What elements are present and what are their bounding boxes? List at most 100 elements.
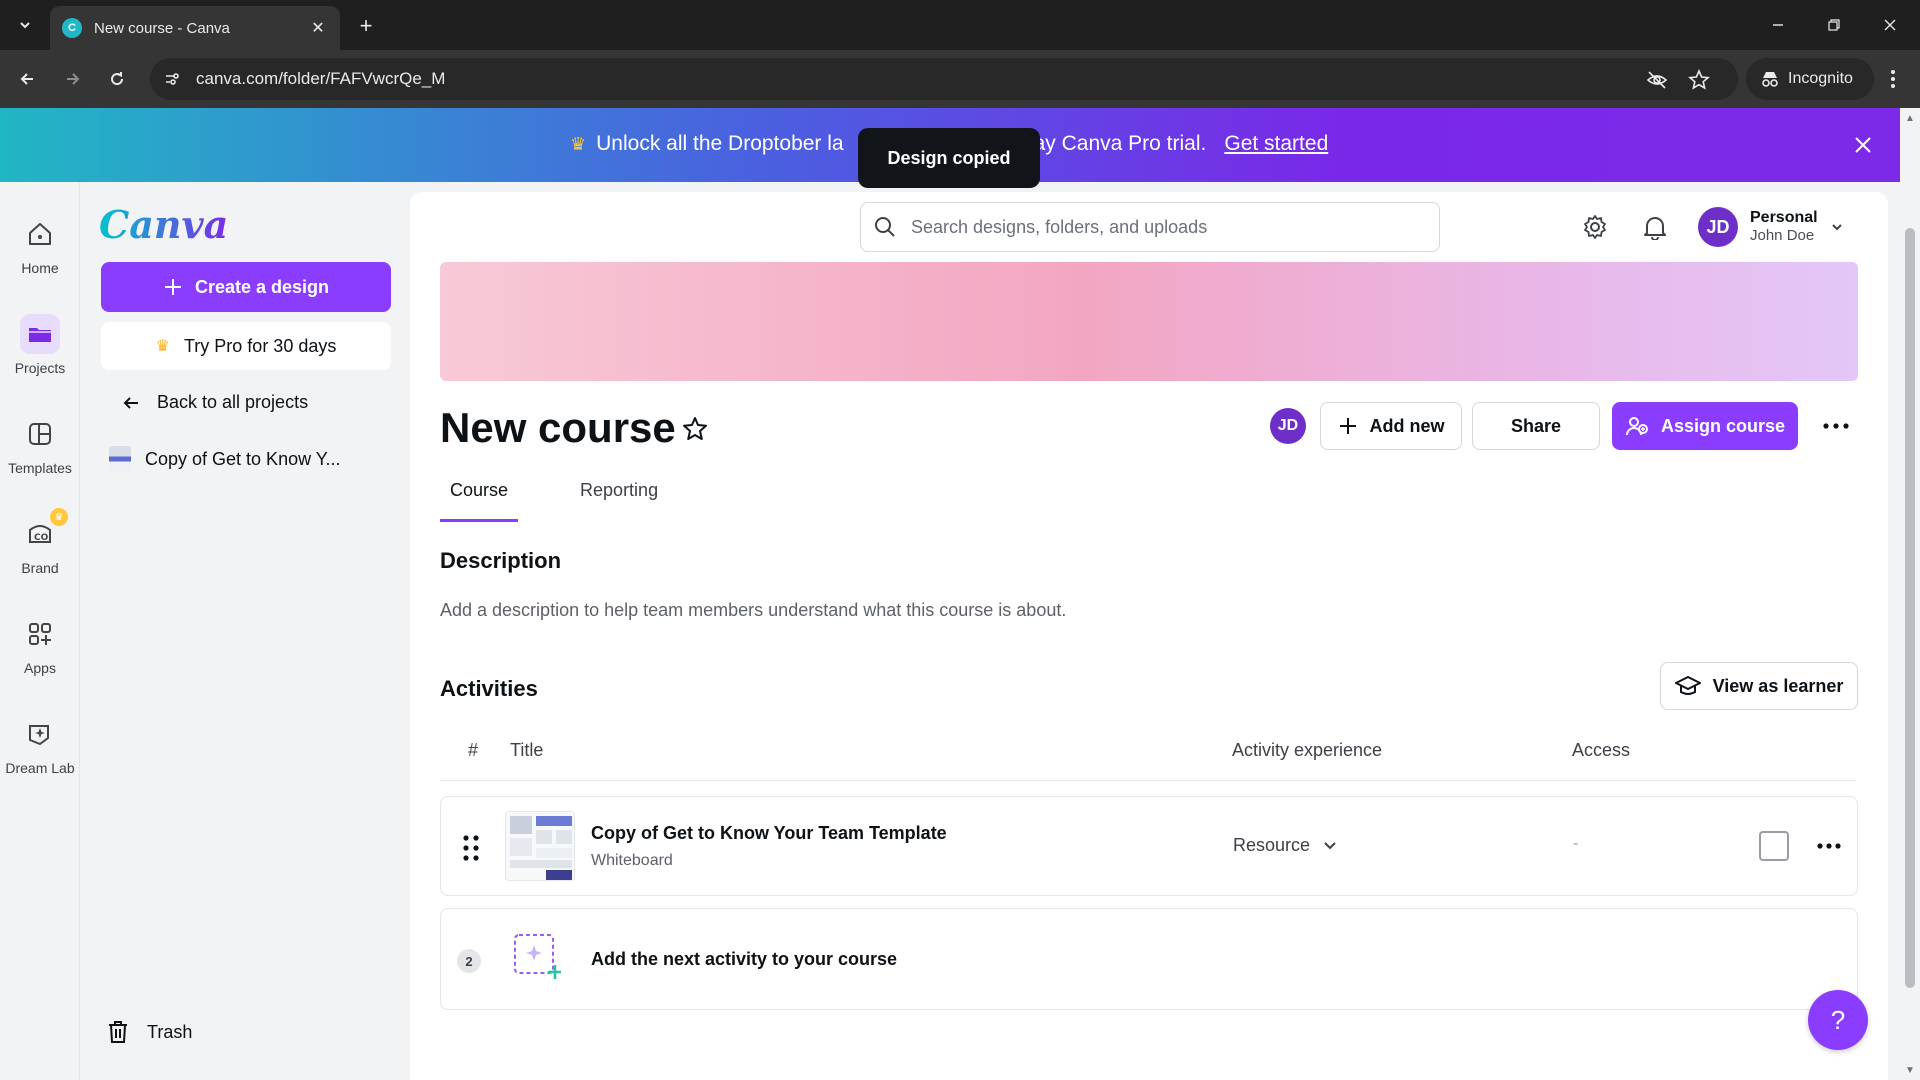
rail-item-brand[interactable]: CO ♛ Brand (0, 508, 80, 594)
rail-item-templates[interactable]: Templates (0, 410, 80, 494)
notifications-button[interactable] (1640, 212, 1670, 242)
assign-users-icon (1625, 417, 1648, 436)
rail-item-apps[interactable]: Apps (0, 610, 80, 694)
arrow-right-icon (67, 73, 80, 85)
reload-button[interactable] (102, 64, 132, 94)
arrow-left-icon (20, 73, 33, 85)
tab-title: New course - Canva (94, 19, 230, 37)
trash-icon (109, 1021, 127, 1043)
view-as-learner-button[interactable]: View as learner (1660, 662, 1858, 710)
restore-icon (1828, 19, 1840, 31)
activity-row[interactable]: Copy of Get to Know Your Team Template W… (440, 796, 1858, 896)
close-icon (1884, 19, 1896, 31)
description-heading: Description (440, 548, 562, 573)
minimize-button[interactable] (1760, 10, 1796, 40)
new-tab-button[interactable]: + (352, 12, 380, 40)
sidebar-project-item[interactable]: Copy of Get to Know Y... (109, 446, 340, 472)
column-header-title: Title (510, 740, 544, 760)
scroll-up-arrow[interactable]: ▲ (1904, 112, 1916, 124)
rail-item-home[interactable]: Home (0, 210, 80, 294)
view-as-learner-label: View as learner (1712, 675, 1844, 696)
activity-checkbox[interactable] (1759, 831, 1789, 861)
activity-more-button[interactable] (1813, 831, 1845, 861)
activity-access-value: - (1573, 835, 1579, 852)
incognito-indicator[interactable]: Incognito (1746, 58, 1874, 100)
rail-label: Dream Lab (5, 760, 75, 776)
more-options-button[interactable] (1818, 410, 1854, 442)
share-button[interactable]: Share (1472, 402, 1600, 450)
url-text: canva.com/folder/FAFVwcrQe_M (196, 69, 446, 88)
back-button[interactable] (12, 64, 42, 94)
plus-icon (1339, 418, 1356, 434)
tab-search-button[interactable] (10, 12, 40, 38)
address-bar[interactable]: canva.com/folder/FAFVwcrQe_M (150, 58, 1738, 100)
forward-button[interactable] (58, 64, 88, 94)
avatar: JD (1698, 207, 1738, 247)
search-bar[interactable] (860, 202, 1440, 252)
assign-course-button[interactable]: Assign course (1612, 402, 1798, 450)
try-pro-button[interactable]: ♛ Try Pro for 30 days (101, 322, 391, 370)
more-dots-icon (1817, 843, 1841, 849)
account-type: Personal (1750, 209, 1818, 226)
scroll-thumb[interactable] (1905, 228, 1915, 988)
try-pro-label: Try Pro for 30 days (183, 335, 337, 356)
column-header-access: Access (1572, 740, 1631, 760)
apps-icon (20, 614, 60, 654)
promo-get-started-link[interactable]: Get started (1224, 132, 1328, 156)
promo-close-button[interactable] (1850, 132, 1876, 158)
tab-reporting[interactable]: Reporting (570, 474, 668, 522)
main-panel: JD Personal John Doe New course JD Add n… (410, 192, 1888, 1080)
svg-text:CO: CO (34, 533, 49, 543)
create-design-label: Create a design (194, 276, 330, 297)
projects-sidebar: Canva Create a design ♛ Try Pro for 30 d… (81, 182, 409, 1080)
canva-logo[interactable]: Canva (99, 202, 228, 247)
rail-label: Projects (14, 360, 66, 376)
gear-icon (1584, 215, 1606, 239)
browser-tab[interactable]: C New course - Canva ✕ (50, 6, 340, 50)
search-input[interactable] (911, 216, 1391, 238)
bookmark-star-icon[interactable] (1688, 69, 1710, 91)
chevron-down-icon (20, 22, 30, 29)
whiteboard-thumbnail[interactable] (505, 811, 575, 881)
rail-item-dream-lab[interactable]: Dream Lab (0, 710, 80, 794)
course-tabs: Course Reporting (440, 474, 668, 522)
back-label: Back to all projects (157, 392, 309, 412)
tab-close-icon[interactable]: ✕ (308, 18, 328, 38)
page-scrollbar[interactable]: ▲ ▼ (1900, 108, 1920, 1080)
restore-button[interactable] (1816, 10, 1852, 40)
description-text[interactable]: Add a description to help team members u… (440, 600, 1066, 621)
crown-badge-icon: ♛ (50, 508, 68, 526)
scroll-down-arrow[interactable]: ▼ (1904, 1064, 1916, 1076)
browser-menu-button[interactable] (1880, 66, 1906, 92)
add-new-button[interactable]: Add new (1320, 402, 1462, 450)
create-design-button[interactable]: Create a design (101, 262, 391, 312)
promo-message: Unlock all the Droptober la (596, 132, 844, 155)
eye-off-icon[interactable] (1646, 69, 1668, 91)
reload-icon (111, 72, 124, 86)
column-header-number: # (468, 740, 479, 760)
course-cover-banner (440, 262, 1858, 381)
add-activity-row[interactable]: 2 Add the next activity to your course (440, 908, 1858, 1010)
crown-icon: ♛ (570, 133, 587, 154)
arrow-left-icon (123, 396, 138, 409)
templates-icon (20, 414, 60, 454)
activities-heading: Activities (440, 676, 538, 701)
table-header-divider (440, 780, 1856, 781)
settings-button[interactable] (1580, 212, 1610, 242)
star-button[interactable] (680, 414, 710, 444)
activity-title[interactable]: Copy of Get to Know Your Team Template (591, 823, 947, 844)
tab-course[interactable]: Course (440, 474, 519, 522)
drag-handle-icon[interactable] (461, 833, 481, 863)
back-to-projects-link[interactable]: Back to all projects (121, 392, 308, 413)
rail-item-projects[interactable]: Projects (0, 310, 80, 394)
help-button[interactable]: ? (1808, 990, 1868, 1050)
site-info-icon[interactable] (162, 69, 182, 89)
window-close-button[interactable] (1872, 10, 1908, 40)
bell-icon (1644, 217, 1666, 240)
trash-link[interactable]: Trash (107, 1020, 192, 1044)
account-switcher[interactable]: JD Personal John Doe (1698, 204, 1844, 250)
home-icon (20, 214, 60, 254)
activity-experience-dropdown[interactable]: Resource (1233, 835, 1338, 856)
collaborator-avatar[interactable]: JD (1270, 408, 1306, 444)
activity-type: Whiteboard (591, 852, 673, 869)
